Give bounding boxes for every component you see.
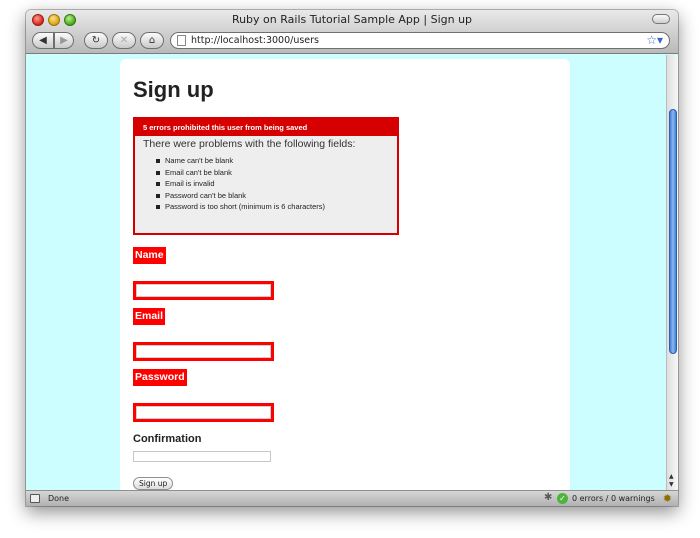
toolbar-toggle-button[interactable]: [652, 14, 670, 24]
email-label: Email: [133, 308, 166, 325]
status-bar: Done ✱ ✓ 0 errors / 0 warnings ✹: [26, 490, 678, 506]
error-item: Name can't be blank: [156, 155, 397, 167]
name-field[interactable]: [136, 284, 271, 297]
error-item: Password is too short (minimum is 6 char…: [156, 201, 397, 213]
resize-icon[interactable]: [30, 494, 40, 503]
check-icon[interactable]: ✓: [557, 493, 568, 504]
confirmation-label: Confirmation: [133, 433, 202, 445]
error-subheading: There were problems with the following f…: [143, 138, 356, 150]
email-field[interactable]: [136, 345, 271, 358]
reload-button[interactable]: ↻: [84, 32, 108, 49]
page-title: Sign up: [133, 77, 214, 102]
scrollbar-thumb[interactable]: [669, 109, 677, 354]
error-list: Name can't be blank Email can't be blank…: [135, 150, 397, 213]
puzzle-icon[interactable]: ✱: [544, 492, 552, 503]
password-field[interactable]: [136, 406, 271, 419]
name-label: Name: [133, 247, 166, 264]
error-item: Email can't be blank: [156, 167, 397, 179]
name-field-wrapper: [133, 281, 274, 300]
address-bar[interactable]: http://localhost:3000/users ☆▾: [170, 32, 670, 49]
password-label: Password: [133, 369, 187, 386]
password-field-wrapper: [133, 403, 274, 422]
scroll-down-arrow-icon[interactable]: ▼: [669, 481, 674, 488]
bug-icon[interactable]: ✹: [663, 492, 672, 505]
status-text: Done: [48, 494, 70, 503]
browser-window: Ruby on Rails Tutorial Sample App | Sign…: [26, 10, 678, 506]
window-title: Ruby on Rails Tutorial Sample App | Sign…: [231, 13, 473, 26]
star-icon[interactable]: ☆▾: [646, 33, 663, 47]
forward-button[interactable]: ▶: [54, 32, 74, 49]
document-icon: [177, 35, 186, 46]
error-item: Email is invalid: [156, 178, 397, 190]
home-button[interactable]: ⌂: [140, 32, 164, 49]
error-explanation: 5 errors prohibited this user from being…: [133, 117, 399, 235]
scroll-up-arrow-icon[interactable]: ▲: [669, 473, 674, 480]
title-bar: Ruby on Rails Tutorial Sample App | Sign…: [26, 10, 678, 54]
sign-up-button[interactable]: Sign up: [133, 477, 174, 490]
stop-button[interactable]: ✕: [112, 32, 136, 49]
vertical-scrollbar[interactable]: ▲ ▼: [666, 55, 678, 490]
page-viewport: Sign up 5 errors prohibited this user fr…: [26, 55, 666, 490]
confirmation-field[interactable]: [133, 451, 271, 462]
error-item: Password can't be blank: [156, 190, 397, 202]
address-text[interactable]: http://localhost:3000/users: [191, 35, 319, 46]
error-header: 5 errors prohibited this user from being…: [135, 119, 397, 136]
page-content: Sign up 5 errors prohibited this user fr…: [120, 59, 570, 490]
back-button[interactable]: ◀: [32, 32, 54, 49]
email-field-wrapper: [133, 342, 274, 361]
validator-status[interactable]: 0 errors / 0 warnings: [572, 494, 655, 503]
